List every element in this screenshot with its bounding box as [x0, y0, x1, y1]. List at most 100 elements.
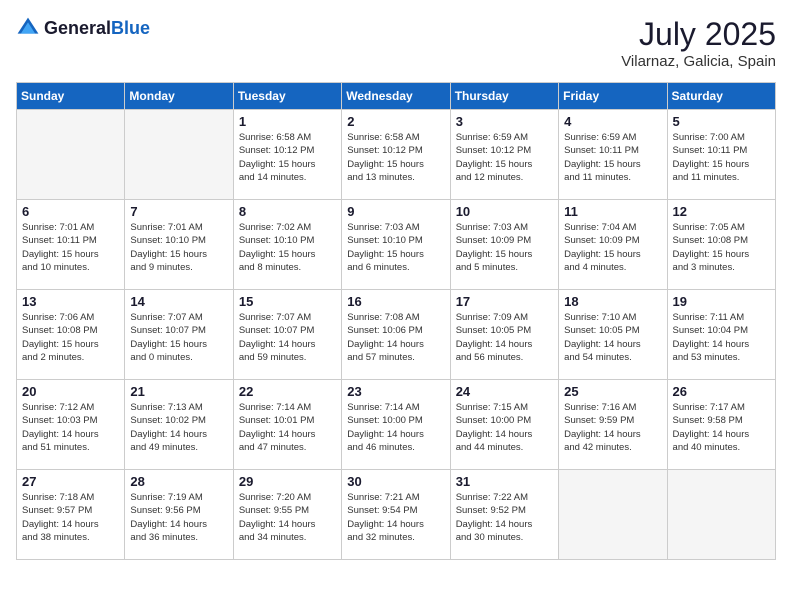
day-info: Sunrise: 7:06 AM Sunset: 10:08 PM Daylig…: [22, 311, 119, 364]
calendar-week-1: 6 Sunrise: 7:01 AM Sunset: 10:11 PM Dayli…: [17, 200, 776, 290]
day-info: Sunrise: 7:07 AM Sunset: 10:07 PM Daylig…: [130, 311, 227, 364]
day-info: Sunrise: 7:18 AM Sunset: 9:57 PM Dayligh…: [22, 491, 119, 544]
calendar-cell: 29 Sunrise: 7:20 AM Sunset: 9:55 PM Dayli…: [233, 470, 341, 560]
calendar-cell: 1 Sunrise: 6:58 AM Sunset: 10:12 PM Dayli…: [233, 110, 341, 200]
day-number: 21: [130, 384, 227, 399]
day-number: 22: [239, 384, 336, 399]
day-number: 6: [22, 204, 119, 219]
calendar-cell: 27 Sunrise: 7:18 AM Sunset: 9:57 PM Dayli…: [17, 470, 125, 560]
day-info: Sunrise: 7:03 AM Sunset: 10:10 PM Daylig…: [347, 221, 444, 274]
day-info: Sunrise: 7:02 AM Sunset: 10:10 PM Daylig…: [239, 221, 336, 274]
calendar-header-row: SundayMondayTuesdayWednesdayThursdayFrid…: [17, 83, 776, 110]
page-header: GeneralBlue July 2025 Vilarnaz, Galicia,…: [16, 16, 776, 70]
day-info: Sunrise: 6:59 AM Sunset: 10:11 PM Daylig…: [564, 131, 661, 184]
day-info: Sunrise: 6:59 AM Sunset: 10:12 PM Daylig…: [456, 131, 553, 184]
calendar-cell: 16Sunrise: 7:08 AM Sunset: 10:06 PM Dayl…: [342, 290, 450, 380]
day-header-tuesday: Tuesday: [233, 83, 341, 110]
day-number: 27: [22, 474, 119, 489]
calendar-cell: 24Sunrise: 7:15 AM Sunset: 10:00 PM Dayl…: [450, 380, 558, 470]
calendar-cell: 28 Sunrise: 7:19 AM Sunset: 9:56 PM Dayli…: [125, 470, 233, 560]
calendar-cell: 4 Sunrise: 6:59 AM Sunset: 10:11 PM Dayli…: [559, 110, 667, 200]
calendar-week-0: 1 Sunrise: 6:58 AM Sunset: 10:12 PM Dayli…: [17, 110, 776, 200]
calendar-cell: 3 Sunrise: 6:59 AM Sunset: 10:12 PM Dayli…: [450, 110, 558, 200]
calendar-week-4: 27 Sunrise: 7:18 AM Sunset: 9:57 PM Dayli…: [17, 470, 776, 560]
day-info: Sunrise: 7:03 AM Sunset: 10:09 PM Daylig…: [456, 221, 553, 274]
calendar-cell: [667, 470, 775, 560]
calendar-cell: 7 Sunrise: 7:01 AM Sunset: 10:10 PM Dayli…: [125, 200, 233, 290]
calendar-cell: 20 Sunrise: 7:12 AM Sunset: 10:03 PM Dayl…: [17, 380, 125, 470]
calendar-cell: 14 Sunrise: 7:07 AM Sunset: 10:07 PM Dayl…: [125, 290, 233, 380]
calendar-cell: 22 Sunrise: 7:14 AM Sunset: 10:01 PM Dayl…: [233, 380, 341, 470]
calendar-cell: [125, 110, 233, 200]
logo-general: General: [44, 18, 111, 38]
day-number: 31: [456, 474, 553, 489]
day-info: Sunrise: 7:08 AM Sunset: 10:06 PM Daylig…: [347, 311, 444, 364]
day-header-thursday: Thursday: [450, 83, 558, 110]
day-number: 30: [347, 474, 444, 489]
calendar-cell: 26Sunrise: 7:17 AM Sunset: 9:58 PM Dayli…: [667, 380, 775, 470]
title-block: July 2025 Vilarnaz, Galicia, Spain: [621, 16, 776, 70]
calendar-body: 1 Sunrise: 6:58 AM Sunset: 10:12 PM Dayli…: [17, 110, 776, 560]
day-info: Sunrise: 7:14 AM Sunset: 10:00 PM Daylig…: [347, 401, 444, 454]
day-info: Sunrise: 7:07 AM Sunset: 10:07 PM Daylig…: [239, 311, 336, 364]
day-number: 7: [130, 204, 227, 219]
day-header-wednesday: Wednesday: [342, 83, 450, 110]
day-header-saturday: Saturday: [667, 83, 775, 110]
day-number: 23: [347, 384, 444, 399]
day-number: 5: [673, 114, 770, 129]
day-info: Sunrise: 7:04 AM Sunset: 10:09 PM Daylig…: [564, 221, 661, 274]
calendar-cell: 13Sunrise: 7:06 AM Sunset: 10:08 PM Dayl…: [17, 290, 125, 380]
month-year: July 2025: [621, 16, 776, 53]
day-info: Sunrise: 7:19 AM Sunset: 9:56 PM Dayligh…: [130, 491, 227, 544]
day-info: Sunrise: 7:05 AM Sunset: 10:08 PM Daylig…: [673, 221, 770, 274]
calendar-cell: 12 Sunrise: 7:05 AM Sunset: 10:08 PM Dayl…: [667, 200, 775, 290]
day-info: Sunrise: 7:15 AM Sunset: 10:00 PM Daylig…: [456, 401, 553, 454]
day-info: Sunrise: 7:16 AM Sunset: 9:59 PM Dayligh…: [564, 401, 661, 454]
day-info: Sunrise: 7:01 AM Sunset: 10:11 PM Daylig…: [22, 221, 119, 274]
day-header-sunday: Sunday: [17, 83, 125, 110]
day-number: 11: [564, 204, 661, 219]
calendar-cell: 31 Sunrise: 7:22 AM Sunset: 9:52 PM Dayli…: [450, 470, 558, 560]
day-number: 2: [347, 114, 444, 129]
day-number: 25: [564, 384, 661, 399]
day-info: Sunrise: 7:14 AM Sunset: 10:01 PM Daylig…: [239, 401, 336, 454]
calendar-cell: [17, 110, 125, 200]
day-number: 4: [564, 114, 661, 129]
calendar-cell: 30 Sunrise: 7:21 AM Sunset: 9:54 PM Dayli…: [342, 470, 450, 560]
day-number: 3: [456, 114, 553, 129]
day-info: Sunrise: 7:11 AM Sunset: 10:04 PM Daylig…: [673, 311, 770, 364]
day-number: 20: [22, 384, 119, 399]
day-number: 17: [456, 294, 553, 309]
day-number: 29: [239, 474, 336, 489]
calendar-cell: 18 Sunrise: 7:10 AM Sunset: 10:05 PM Dayl…: [559, 290, 667, 380]
day-number: 8: [239, 204, 336, 219]
day-info: Sunrise: 7:20 AM Sunset: 9:55 PM Dayligh…: [239, 491, 336, 544]
logo-icon: [16, 16, 40, 40]
day-info: Sunrise: 7:22 AM Sunset: 9:52 PM Dayligh…: [456, 491, 553, 544]
day-number: 9: [347, 204, 444, 219]
calendar-cell: 25 Sunrise: 7:16 AM Sunset: 9:59 PM Dayli…: [559, 380, 667, 470]
day-info: Sunrise: 7:10 AM Sunset: 10:05 PM Daylig…: [564, 311, 661, 364]
day-info: Sunrise: 7:21 AM Sunset: 9:54 PM Dayligh…: [347, 491, 444, 544]
calendar-cell: 6 Sunrise: 7:01 AM Sunset: 10:11 PM Dayli…: [17, 200, 125, 290]
day-number: 18: [564, 294, 661, 309]
day-number: 12: [673, 204, 770, 219]
day-number: 1: [239, 114, 336, 129]
day-info: Sunrise: 7:00 AM Sunset: 10:11 PM Daylig…: [673, 131, 770, 184]
location: Vilarnaz, Galicia, Spain: [621, 53, 776, 70]
calendar-cell: [559, 470, 667, 560]
calendar-cell: 10Sunrise: 7:03 AM Sunset: 10:09 PM Dayl…: [450, 200, 558, 290]
calendar-cell: 2 Sunrise: 6:58 AM Sunset: 10:12 PM Dayli…: [342, 110, 450, 200]
day-info: Sunrise: 7:17 AM Sunset: 9:58 PM Dayligh…: [673, 401, 770, 454]
day-info: Sunrise: 6:58 AM Sunset: 10:12 PM Daylig…: [239, 131, 336, 184]
day-info: Sunrise: 6:58 AM Sunset: 10:12 PM Daylig…: [347, 131, 444, 184]
day-number: 14: [130, 294, 227, 309]
day-info: Sunrise: 7:01 AM Sunset: 10:10 PM Daylig…: [130, 221, 227, 274]
day-info: Sunrise: 7:12 AM Sunset: 10:03 PM Daylig…: [22, 401, 119, 454]
day-header-friday: Friday: [559, 83, 667, 110]
calendar-week-2: 13Sunrise: 7:06 AM Sunset: 10:08 PM Dayl…: [17, 290, 776, 380]
day-number: 28: [130, 474, 227, 489]
calendar-cell: 9 Sunrise: 7:03 AM Sunset: 10:10 PM Dayli…: [342, 200, 450, 290]
calendar-table: SundayMondayTuesdayWednesdayThursdayFrid…: [16, 82, 776, 560]
day-info: Sunrise: 7:09 AM Sunset: 10:05 PM Daylig…: [456, 311, 553, 364]
